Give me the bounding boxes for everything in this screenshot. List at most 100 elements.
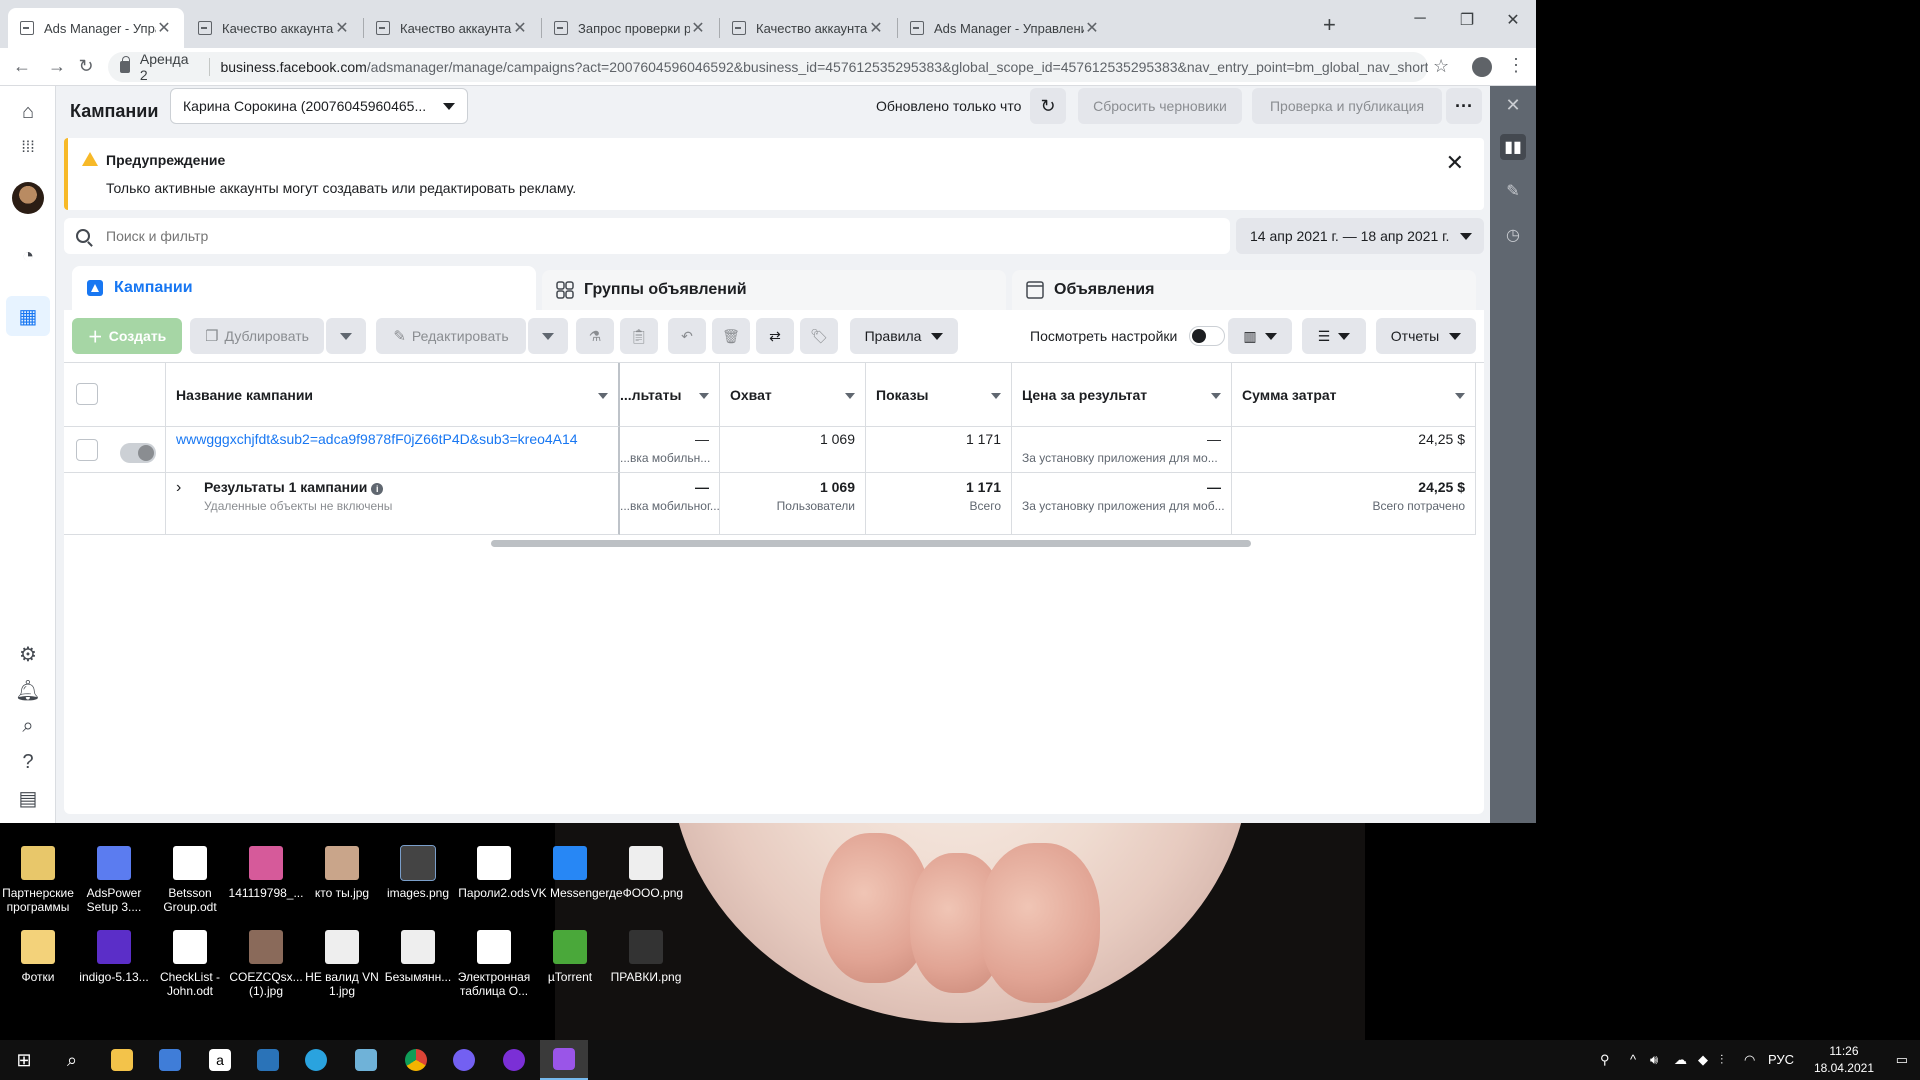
search-icon[interactable]: ⌕ (14, 712, 42, 740)
browser-tab[interactable]: Запрос проверки рекламн ✕ (542, 8, 718, 48)
restore-button[interactable]: ❐ (1452, 10, 1482, 30)
wifi-icon[interactable]: ◠ (1744, 1052, 1755, 1068)
desktop-icon[interactable]: деФООО.png (605, 846, 687, 900)
language-indicator[interactable]: РУС (1768, 1052, 1794, 1067)
rules-button[interactable]: Правила (850, 318, 958, 354)
people-icon[interactable]: ⚲ (1600, 1052, 1610, 1068)
browser-tab[interactable]: Ads Manager - Управление ✕ (8, 8, 184, 48)
calc-sheet-icon[interactable] (244, 1040, 292, 1080)
breakdown-button[interactable]: ☰ (1302, 318, 1366, 354)
ab-test-button[interactable]: ⚗ (576, 318, 614, 354)
file-explorer-icon[interactable] (98, 1040, 146, 1080)
close-tab-icon[interactable]: ✕ (334, 18, 350, 38)
column-header-impressions[interactable]: Показы (866, 363, 1012, 427)
bookmark-star-icon[interactable]: ☆ (1433, 56, 1449, 77)
settings-icon[interactable]: ⚙ (14, 640, 42, 668)
chrome-menu-icon[interactable]: ⋮ (1507, 55, 1525, 76)
close-tab-icon[interactable]: ✕ (690, 18, 706, 38)
sort-icon[interactable] (845, 393, 855, 399)
undo-button[interactable]: ↶ (668, 318, 706, 354)
desktop-icon[interactable]: AdsPower Setup 3.... (73, 846, 155, 914)
telegram-icon[interactable] (292, 1040, 340, 1080)
volume-icon[interactable]: 🔊︎ (1650, 1052, 1658, 1068)
desktop-icon[interactable]: 141119798_... (225, 846, 307, 900)
row-checkbox[interactable] (76, 439, 98, 461)
network-icon[interactable]: ⫶ (1720, 1052, 1723, 1068)
sort-icon[interactable] (1455, 393, 1465, 399)
duplicate-button[interactable]: ❐ Дублировать (190, 318, 324, 354)
forward-icon[interactable]: → (45, 56, 69, 77)
home-icon[interactable]: ⌂ (14, 98, 42, 126)
sort-icon[interactable] (991, 393, 1001, 399)
desktop-icon[interactable]: Электронная таблица О... (453, 930, 535, 998)
desktop-icon[interactable]: images.png (377, 845, 459, 900)
horizontal-scrollbar[interactable] (491, 540, 1251, 547)
pencil-icon[interactable]: ✎ (1500, 178, 1526, 204)
dashboard-icon[interactable]: ◔ (14, 242, 42, 270)
dropbox-icon[interactable]: ◆ (1698, 1052, 1708, 1068)
search-input[interactable] (106, 228, 1230, 244)
browser-tab[interactable]: Качество аккаунта ✕ (186, 8, 362, 48)
desktop-icon[interactable]: Фотки (0, 930, 79, 984)
new-tab-button[interactable]: + (1323, 12, 1336, 38)
desktop-icon[interactable]: Пароли2.ods (453, 846, 535, 900)
sort-icon[interactable] (598, 393, 608, 399)
column-header-results[interactable]: ...льтаты (620, 363, 720, 427)
document-app-icon[interactable] (342, 1040, 390, 1080)
desktop-icon[interactable]: µTorrent (529, 930, 611, 984)
desktop-icon[interactable]: VK Messenger (529, 846, 611, 900)
desktop-icon[interactable]: COEZCQsx... (1).jpg (225, 930, 307, 998)
review-publish-button[interactable]: Проверка и публикация (1252, 88, 1442, 124)
table-row[interactable] (64, 427, 166, 473)
toggle-switch[interactable] (1189, 326, 1226, 346)
active-app-icon[interactable] (540, 1040, 588, 1080)
tag-button[interactable]: 🏷︎ (800, 318, 838, 354)
close-icon[interactable]: ✕ (1446, 150, 1464, 176)
close-tab-icon[interactable]: ✕ (1084, 18, 1100, 38)
tab-campaigns[interactable]: Кампании (72, 266, 536, 310)
close-window-button[interactable]: ✕ (1498, 10, 1528, 30)
info-icon[interactable]: i (371, 483, 384, 495)
reload-icon[interactable]: ↻ (74, 56, 98, 77)
preview-button[interactable]: ⇄ (756, 318, 794, 354)
chrome-icon[interactable] (392, 1040, 440, 1080)
duplicate-dropdown-button[interactable] (326, 318, 366, 354)
desktop-icon[interactable]: Партнерские программы (0, 846, 79, 914)
address-bar[interactable]: Аренда 2 business.facebook.com /adsmanag… (108, 51, 1428, 83)
select-all-checkbox[interactable] (76, 383, 98, 405)
tab-ads[interactable]: Объявления (1012, 270, 1476, 310)
campaigns-table-icon[interactable]: ▦ (14, 302, 42, 330)
apps-grid-icon[interactable]: ⁞⁞⁞ (14, 134, 42, 162)
column-header-name[interactable]: Название кампании (166, 363, 620, 427)
discard-drafts-button[interactable]: Сбросить черновики (1078, 88, 1242, 124)
create-button[interactable]: ＋ Создать (72, 318, 182, 354)
refresh-button[interactable]: ↻ (1030, 88, 1066, 124)
desktop-icon[interactable]: кто ты.jpg (301, 846, 383, 900)
delete-button[interactable]: 🗑︎ (712, 318, 750, 354)
desktop-icon[interactable]: НЕ валид VN 1.jpg (301, 930, 383, 998)
browser-tab[interactable]: Ads Manager - Управление ✕ (898, 8, 1318, 48)
close-tab-icon[interactable]: ✕ (512, 18, 528, 38)
browser-tab[interactable]: Качество аккаунта ✕ (364, 8, 540, 48)
reports-icon[interactable]: ▤ (14, 784, 42, 812)
view-settings-toggle[interactable]: Посмотреть настройки (1030, 318, 1226, 354)
notification-center-icon[interactable]: ▭ (1896, 1052, 1908, 1068)
tab-ad-sets[interactable]: Группы объявлений (542, 270, 1006, 310)
campaign-status-toggle[interactable] (120, 443, 156, 463)
avatar[interactable] (12, 182, 44, 214)
history-icon[interactable]: ◷ (1500, 222, 1526, 248)
more-options-button[interactable]: ··· (1446, 88, 1482, 124)
sort-icon[interactable] (699, 393, 709, 399)
reports-button[interactable]: Отчеты (1376, 318, 1476, 354)
search-icon[interactable]: ⌕ (48, 1040, 96, 1080)
sort-icon[interactable] (1211, 393, 1221, 399)
column-header-cost-per-result[interactable]: Цена за результат (1012, 363, 1232, 427)
close-tab-icon[interactable]: ✕ (156, 18, 172, 38)
minimize-button[interactable]: ─ (1405, 10, 1435, 28)
browser-tab[interactable]: Качество аккаунта ✕ (720, 8, 896, 48)
desktop-icon[interactable]: Безымянн... (377, 930, 459, 984)
ad-account-select[interactable]: Карина Сорокина (20076045960465... (170, 88, 468, 124)
campaign-name-link[interactable]: wwwgggxchjfdt&sub2=adca9f9878fF0jZ66tP4D… (176, 431, 578, 447)
notifications-icon[interactable]: 🔔︎ (14, 676, 42, 704)
desktop-icon[interactable]: indigo-5.13... (73, 930, 155, 984)
